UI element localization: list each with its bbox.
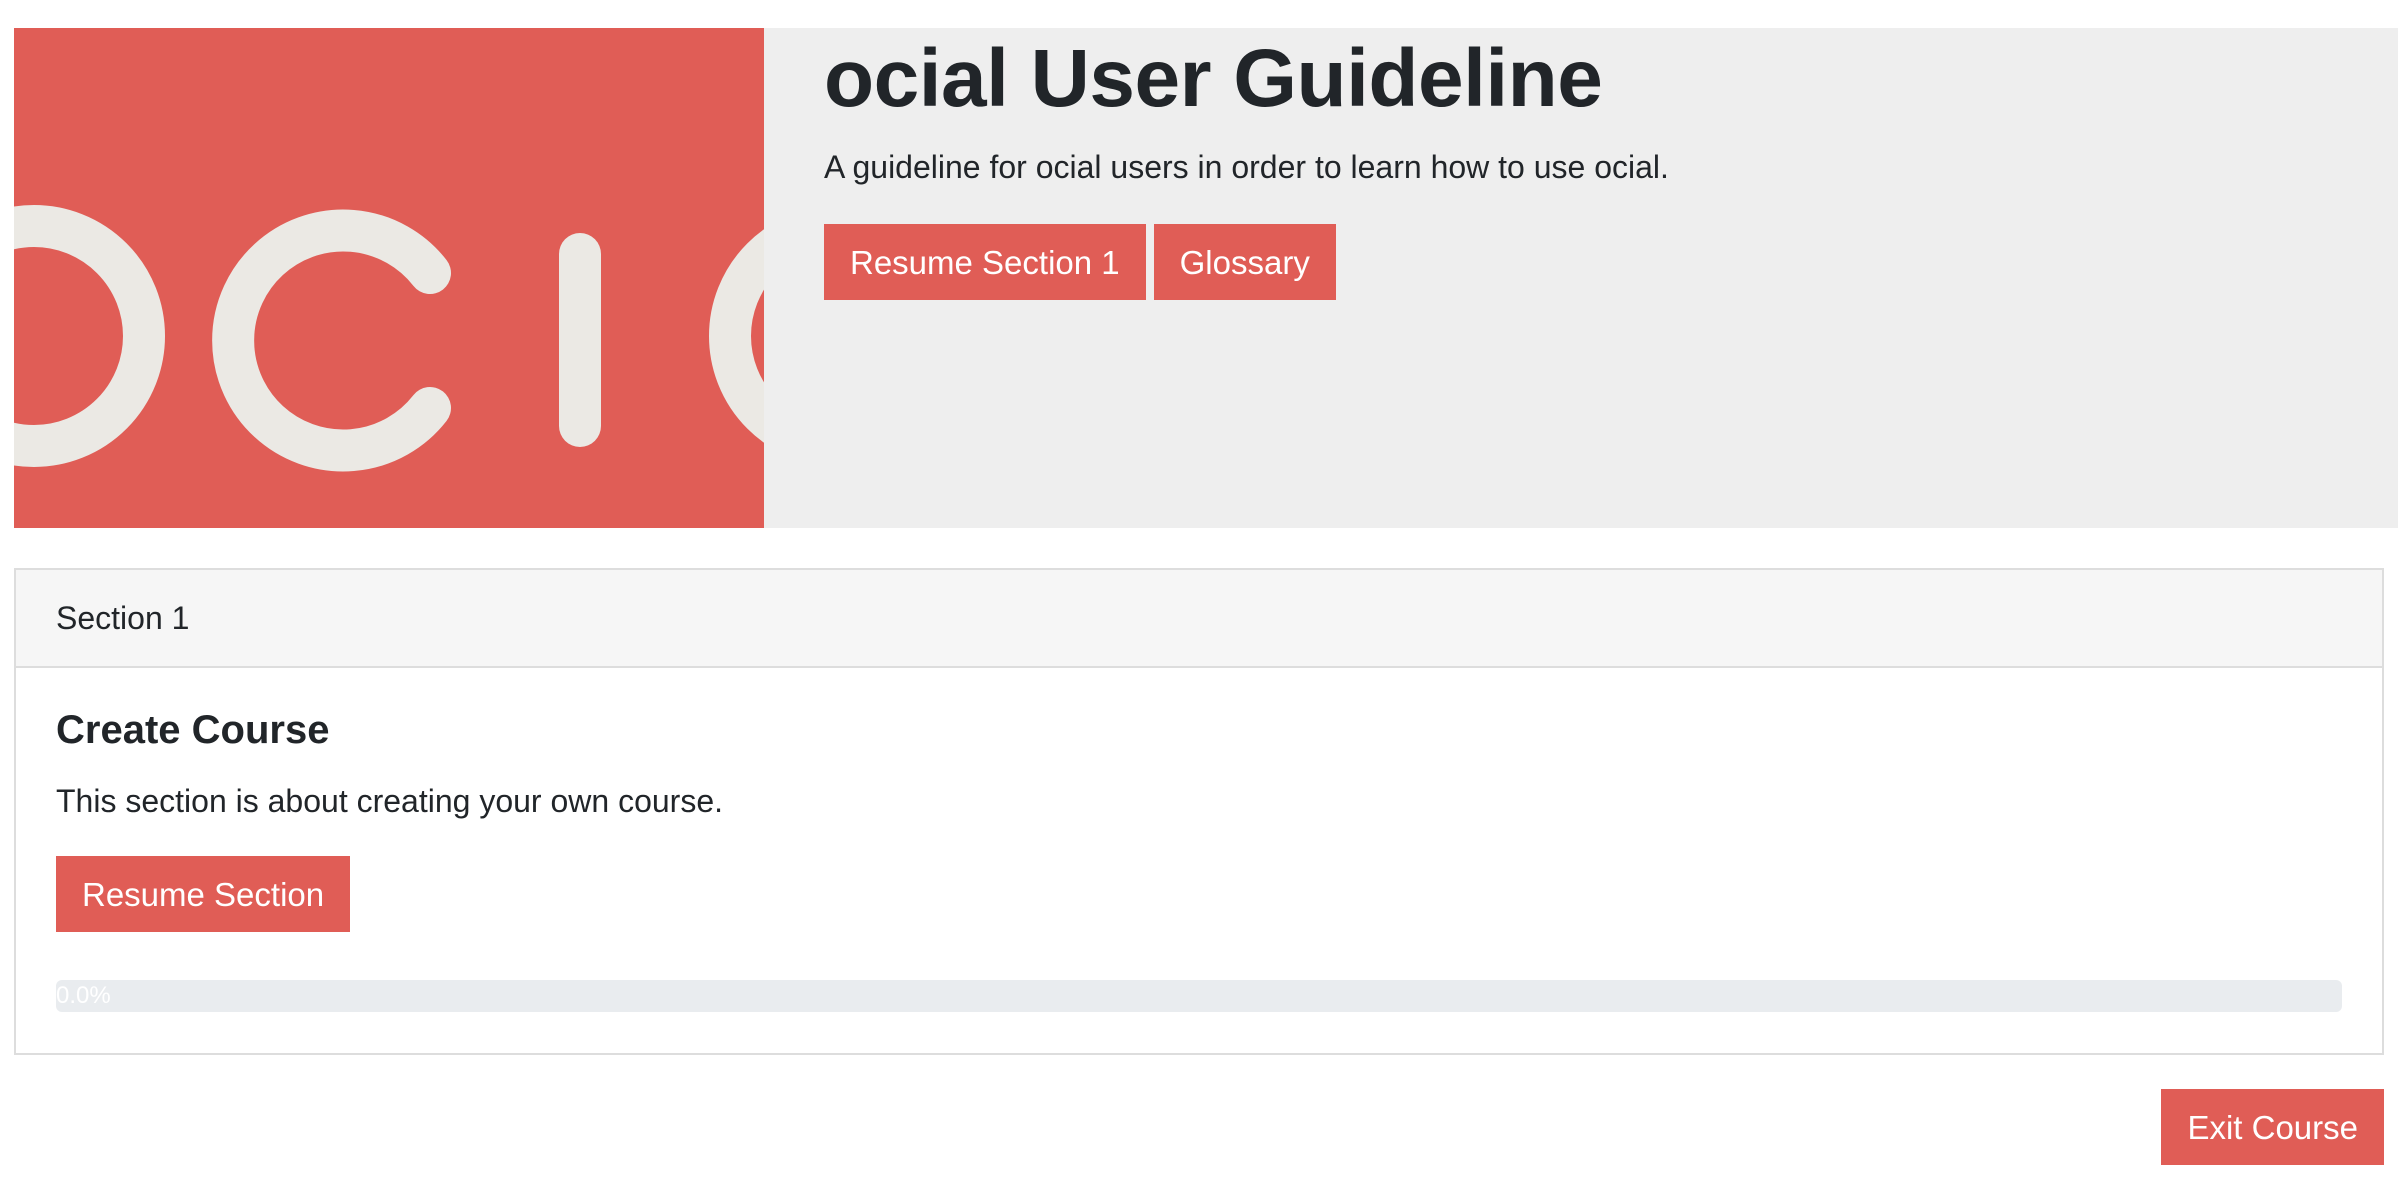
glossary-button[interactable]: Glossary: [1153, 224, 1336, 301]
course-description: A guideline for ocial users in order to …: [824, 149, 1669, 185]
section-progress-bar: 0.0%: [56, 980, 2342, 1013]
course-logo-image: [14, 28, 764, 528]
course-hero: ocial User Guideline A guideline for oci…: [14, 28, 2398, 528]
section-body: Create Course This section is about crea…: [16, 668, 2382, 1013]
hero-content: ocial User Guideline A guideline for oci…: [824, 28, 2378, 301]
resume-section-1-button[interactable]: Resume Section 1: [824, 224, 1146, 301]
exit-course-button[interactable]: Exit Course: [2161, 1089, 2384, 1165]
section-header: Section 1: [16, 570, 2382, 668]
section-title: Create Course: [56, 708, 330, 752]
ocial-logo: [14, 205, 764, 472]
progress-label: 0.0%: [56, 982, 111, 1010]
hero-button-group: Resume Section 1 Glossary: [824, 224, 2378, 301]
section-description: This section is about creating your own …: [56, 783, 723, 819]
section-card: Section 1 Create Course This section is …: [14, 568, 2384, 1055]
course-title: ocial User Guideline: [824, 33, 1603, 124]
resume-section-button[interactable]: Resume Section: [56, 856, 351, 933]
